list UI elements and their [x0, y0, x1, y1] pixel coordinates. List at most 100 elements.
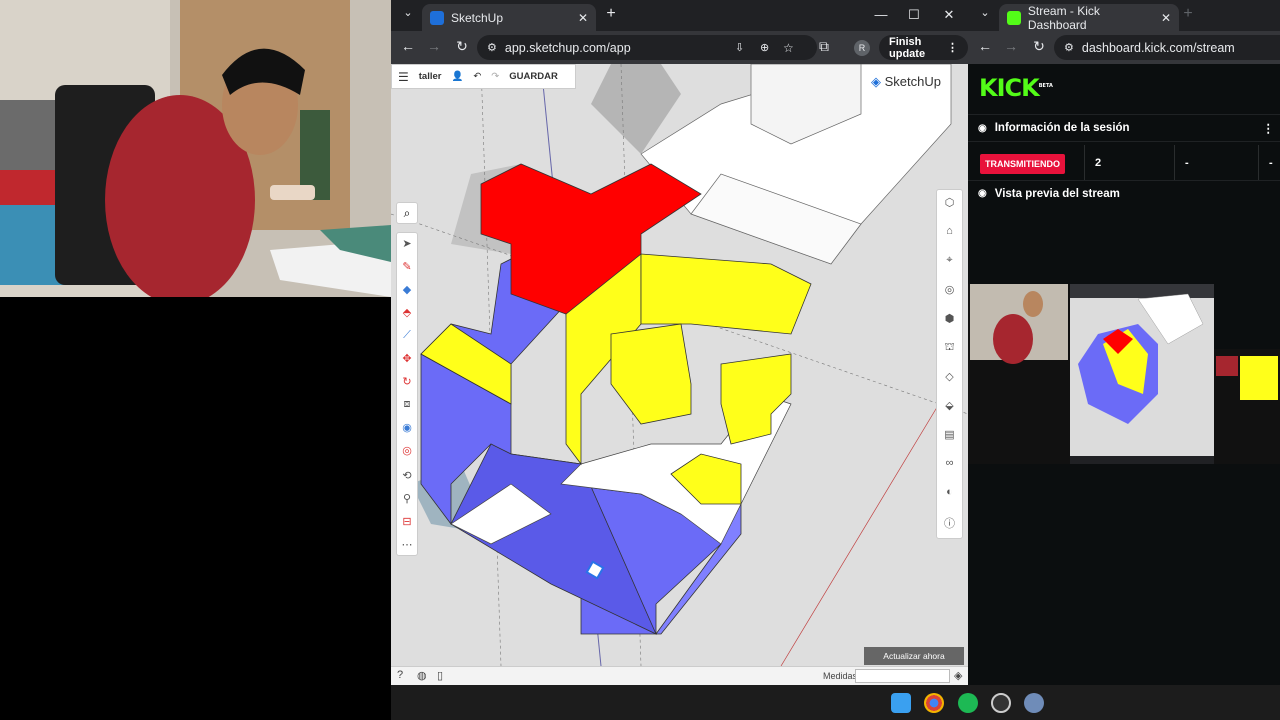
close-tab-icon[interactable]: ✕ — [578, 11, 588, 25]
paint-tool-icon[interactable]: ◉ — [397, 421, 417, 434]
settings-icon[interactable] — [1024, 693, 1044, 713]
stream-preview-video[interactable] — [968, 284, 1280, 464]
scenes-icon[interactable]: ⛫ — [937, 341, 962, 355]
reload-icon[interactable]: ↻ — [453, 38, 471, 55]
sketchup-brand: ◈ SketchUp — [871, 74, 941, 90]
kick-favicon-icon — [1007, 10, 1021, 25]
back-icon[interactable]: ← — [399, 38, 417, 54]
measurements-input[interactable] — [855, 669, 950, 683]
windows-taskbar — [391, 685, 1280, 720]
outliner-icon[interactable]: ◇ — [937, 370, 962, 383]
tab-search-icon[interactable]: ⌄ — [399, 6, 417, 19]
materials-icon[interactable]: ◎ — [937, 283, 962, 296]
url-text: app.sketchup.com/app — [504, 40, 631, 55]
redo-icon[interactable]: ↷ — [491, 71, 499, 82]
select-tool-icon[interactable]: ➤ — [397, 237, 417, 250]
kick-new-tab-icon[interactable]: + — [1179, 5, 1197, 23]
install-app-icon[interactable]: ⇩ — [735, 41, 744, 54]
move-tool-icon[interactable]: ✥ — [397, 352, 417, 365]
styles-icon[interactable]: ⬢ — [937, 312, 962, 325]
minimize-icon[interactable]: — — [873, 7, 889, 22]
kick-tab-search-icon[interactable]: ⌄ — [976, 6, 994, 19]
sketchup-browser-window: ⌄ SketchUp ✕ + — ☐ ✕ ← → ↻ ⚙ app.sketchu… — [391, 0, 968, 685]
webcam-feed — [0, 0, 391, 297]
save-button[interactable]: GUARDAR — [509, 71, 558, 82]
stream-preview-header: ◉ Vista previa del stream — [968, 180, 1280, 206]
spotify-icon[interactable] — [958, 693, 978, 713]
site-info-icon[interactable]: ⚙ — [487, 41, 497, 54]
kick-back-icon[interactable]: ← — [976, 38, 994, 54]
kick-close-tab-icon[interactable]: ✕ — [1161, 11, 1171, 25]
stream-preview-title: Vista previa del stream — [994, 187, 1120, 200]
user-icon[interactable]: 👤 — [451, 71, 463, 82]
obs-icon[interactable] — [991, 693, 1011, 713]
layers-icon[interactable]: ⬙ — [937, 399, 962, 412]
session-info-header: ◉ Información de la sesión ⋮ — [968, 114, 1280, 142]
session-menu-icon[interactable]: ⋮ — [1263, 121, 1275, 135]
bookmark-star-icon[interactable]: ☆ — [783, 41, 794, 55]
kick-url-text: dashboard.kick.com/stream — [1081, 40, 1235, 55]
tab-title: SketchUp — [451, 10, 504, 25]
update-now-button[interactable]: Actualizar ahora — [864, 647, 964, 665]
close-window-icon[interactable]: ✕ — [941, 7, 957, 23]
tab-strip: ⌄ SketchUp ✕ + — ☐ ✕ — [391, 0, 968, 31]
eraser-tool-icon[interactable]: ◆ — [397, 283, 417, 296]
shadows-icon[interactable]: ◐ — [937, 486, 962, 498]
forward-icon[interactable]: → — [425, 38, 443, 54]
sketchup-status-bar: ? ◍ ▯ Medidas ◈ — [391, 666, 968, 685]
tab-kick-dashboard[interactable]: Stream - Kick Dashboard ✕ — [999, 3, 1179, 32]
more-tools-icon[interactable]: ⋯ — [397, 538, 417, 551]
orbit-tool-icon[interactable]: ⟲ — [397, 469, 417, 482]
browser-toolbar: ← → ↻ ⚙ app.sketchup.com/app ⇩ ⊕ ☆ ⧉ R F… — [391, 31, 968, 64]
section-tool-icon[interactable]: ⊟ — [397, 515, 417, 528]
kick-reload-icon[interactable]: ↻ — [1030, 38, 1048, 55]
live-status-badge: TRANSMITIENDO — [980, 154, 1065, 174]
zoom-icon[interactable]: ⊕ — [760, 41, 769, 54]
measurements-label: Medidas — [823, 671, 858, 681]
kick-site-info-icon[interactable]: ⚙ — [1064, 41, 1074, 54]
mouse-icon[interactable]: ▯ — [437, 669, 443, 682]
windows-start-icon[interactable] — [891, 693, 911, 713]
instructor-icon[interactable]: ⌂ — [937, 225, 962, 237]
finish-update-button[interactable]: Finish update ⋮ — [879, 35, 968, 60]
components-icon[interactable]: ⌖ — [937, 254, 962, 267]
session-stat-3: - — [1258, 145, 1280, 180]
kick-forward-icon[interactable]: → — [1002, 38, 1020, 54]
preview-eye-icon: ◉ — [978, 188, 987, 199]
pencil-tool-icon[interactable]: ✎ — [397, 260, 417, 273]
rotate-tool-icon[interactable]: ↻ — [397, 375, 417, 388]
viewers-count: 2 — [1084, 145, 1174, 180]
3d-model-drawing — [391, 64, 968, 666]
info-icon[interactable]: ⓘ — [937, 515, 962, 531]
maximize-icon[interactable]: ☐ — [906, 7, 922, 23]
project-name[interactable]: taller — [419, 71, 442, 82]
hamburger-menu-icon[interactable]: ☰ — [398, 70, 409, 84]
undo-icon[interactable]: ↶ — [473, 71, 481, 82]
kick-tab-strip: ⌄ Stream - Kick Dashboard ✕ + — [968, 0, 1280, 32]
kick-browser-window: ⌄ Stream - Kick Dashboard ✕ + ← → ↻ ⚙ da… — [968, 0, 1280, 685]
scale-tool-icon[interactable]: ⧈ — [397, 398, 417, 411]
search-tool-icon[interactable]: ⌕ — [396, 202, 418, 224]
line-tool-icon[interactable]: ⟋ — [397, 329, 417, 342]
kick-tab-title: Stream - Kick Dashboard — [1027, 3, 1100, 32]
sketchup-viewport[interactable]: ☰ taller 👤 ↶ ↷ GUARDAR ◈ SketchUp ⌕ ➤ ✎ … — [391, 64, 968, 666]
solid-tools-icon[interactable]: ▤ — [937, 428, 962, 441]
chrome-icon[interactable] — [924, 693, 944, 713]
kick-logo[interactable]: KICKBETA — [979, 74, 1053, 102]
kick-address-bar[interactable]: ⚙ dashboard.kick.com/stream — [1054, 35, 1280, 60]
address-bar[interactable]: ⚙ app.sketchup.com/app ⇩ ⊕ ☆ — [477, 35, 817, 60]
kick-logo-text: KICK — [979, 74, 1040, 102]
tab-sketchup[interactable]: SketchUp ✕ — [422, 4, 596, 31]
kebab-menu-icon[interactable]: ⋮ — [947, 41, 958, 54]
entity-info-icon[interactable]: ⬡ — [937, 196, 962, 209]
globe-icon[interactable]: ◍ — [417, 669, 427, 682]
profile-avatar[interactable]: R — [854, 40, 870, 56]
extensions-icon[interactable]: ⧉ — [815, 38, 833, 55]
display-icon[interactable]: ∞ — [937, 457, 962, 469]
sketchup-brand-text: SketchUp — [884, 74, 941, 89]
new-tab-icon[interactable]: + — [602, 5, 620, 23]
push-pull-tool-icon[interactable]: ⬘ — [397, 306, 417, 319]
zoom-tool-icon[interactable]: ⚲ — [397, 492, 417, 505]
help-icon[interactable]: ? — [397, 669, 403, 681]
tape-tool-icon[interactable]: ◎ — [397, 444, 417, 457]
